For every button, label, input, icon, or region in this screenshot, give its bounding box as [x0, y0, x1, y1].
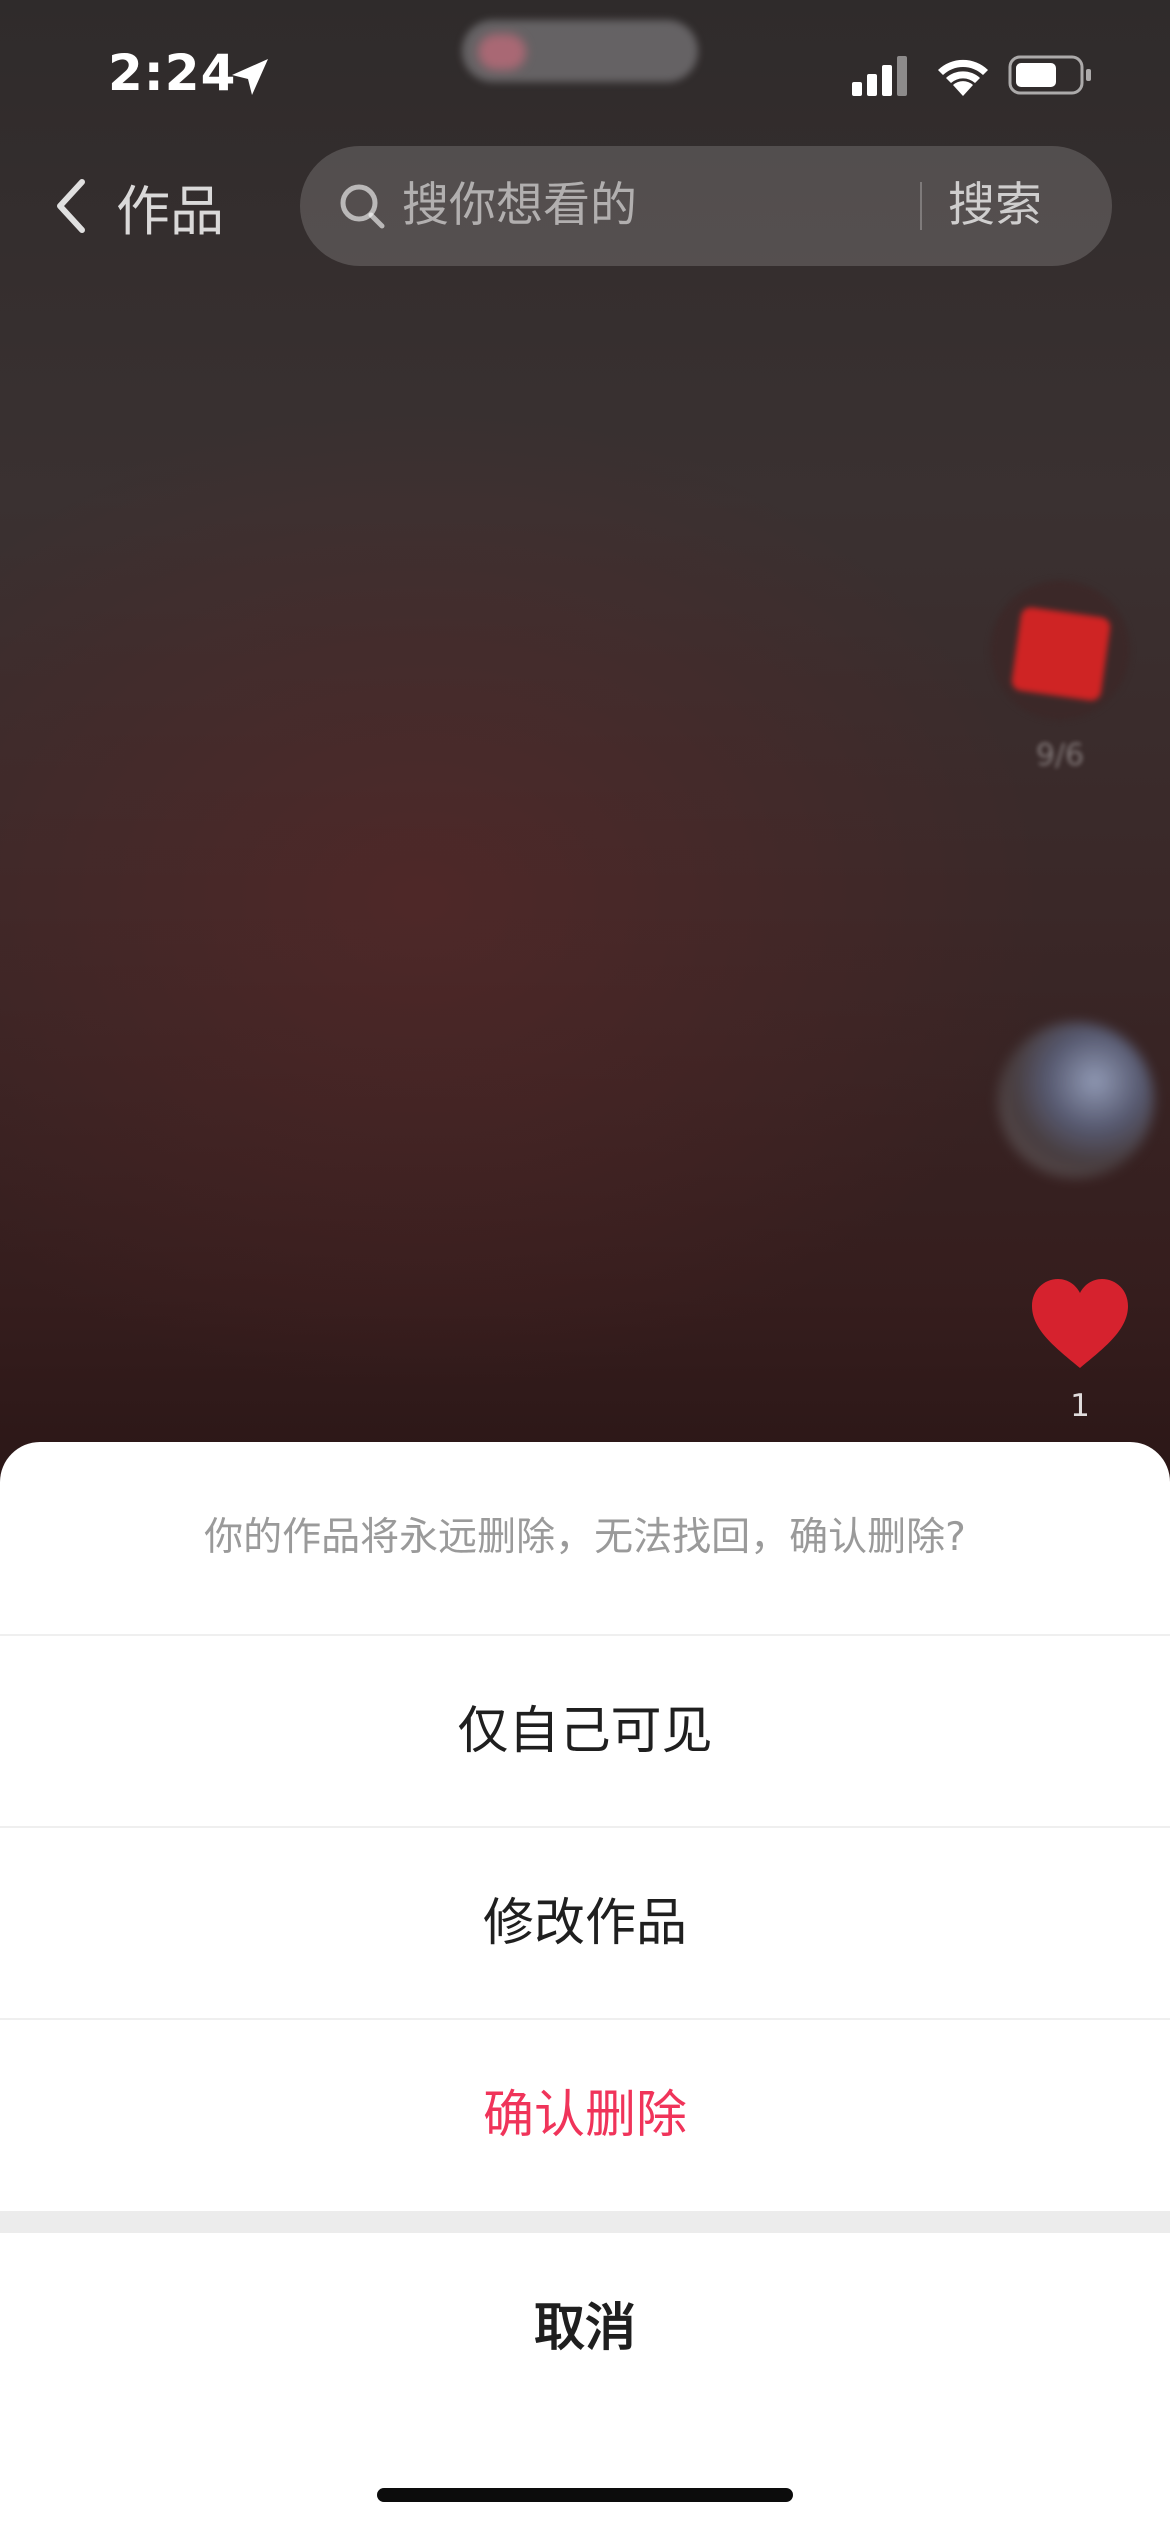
avatar-count: 9/6	[1035, 738, 1085, 773]
delete-warning-message: 你的作品将永远删除，无法找回，确认删除?	[204, 1515, 966, 1560]
search-icon	[340, 184, 385, 229]
edit-work-button[interactable]: 修改作品	[0, 1826, 1170, 2018]
back-label: 作品	[116, 179, 224, 243]
signal-icon	[852, 56, 907, 96]
music-disc[interactable]	[998, 1022, 1154, 1178]
avatar[interactable]	[990, 580, 1130, 720]
back-chevron-icon	[57, 179, 85, 233]
location-arrow-icon	[232, 59, 268, 95]
sheet-separator	[0, 2211, 1170, 2233]
private-visibility-button[interactable]: 仅自己可见	[0, 1634, 1170, 1826]
search-input[interactable]: 搜你想看的	[402, 146, 637, 266]
confirm-delete-button[interactable]: 确认删除	[0, 2018, 1170, 2210]
island-activity-indicator	[478, 34, 526, 70]
search-bar[interactable]: 搜你想看的 搜索	[300, 146, 1112, 266]
search-button[interactable]: 搜索	[948, 146, 1042, 266]
wifi-icon	[938, 59, 988, 96]
back-button[interactable]: 作品	[50, 170, 224, 243]
like-count: 1	[1070, 1388, 1090, 1424]
heart-icon[interactable]	[1028, 1276, 1132, 1372]
home-indicator	[377, 2488, 793, 2502]
search-divider	[920, 182, 922, 230]
action-sheet: 你的作品将永远删除，无法找回，确认删除? 仅自己可见 修改作品 确认删除 取消	[0, 1442, 1170, 2532]
avatar-image	[1010, 606, 1112, 702]
cancel-button[interactable]: 取消	[0, 2233, 1170, 2425]
battery-icon	[1008, 55, 1091, 95]
status-time: 2:24	[108, 44, 237, 102]
